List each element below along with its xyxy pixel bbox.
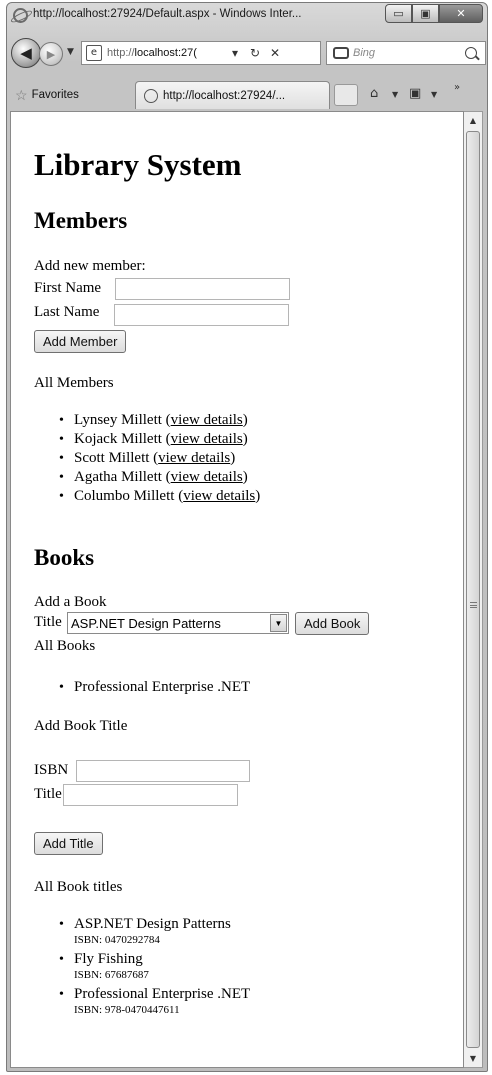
address-text[interactable]: http://localhost:27(	[107, 47, 225, 59]
home-icon[interactable]: ⌂	[370, 86, 378, 101]
isbn-label: ISBN	[34, 762, 69, 778]
scroll-down-icon[interactable]: ▼	[464, 1050, 482, 1067]
view-details-link[interactable]: view details	[171, 431, 243, 447]
search-icon[interactable]	[465, 47, 477, 59]
caption-buttons: ▭ ▣ ✕	[385, 4, 483, 23]
book-title-isbn: ISBN: 0470292784	[74, 934, 160, 946]
add-book-button[interactable]: Add Book	[295, 612, 370, 635]
scroll-up-icon[interactable]: ▲	[464, 112, 482, 129]
members-heading: Members	[34, 208, 128, 233]
book-title-isbn: ISBN: 67687687	[74, 969, 149, 981]
star-icon: ☆	[15, 86, 28, 103]
first-name-input[interactable]	[115, 278, 290, 300]
favorites-bar: ☆ Favorites http://localhost:27924/... ⌂…	[7, 78, 487, 112]
book-title-list-item: Professional Enterprise .NET ISBN: 978-04…	[59, 985, 251, 1017]
book-list-item: Professional Enterprise .NET	[59, 678, 250, 697]
window-title: http://localhost:27924/Default.aspx - Wi…	[33, 8, 302, 20]
selected-title: ASP.NET Design Patterns	[71, 615, 221, 631]
book-title-isbn: ISBN: 978-0470447611	[74, 1004, 180, 1016]
navigation-bar: ◀ ▶ ▼ e http://localhost:27( ▾ ↻ ✕ Bing	[7, 34, 487, 72]
back-button[interactable]: ◀	[11, 38, 41, 68]
browser-tab[interactable]: http://localhost:27924/...	[135, 81, 330, 109]
add-title-button[interactable]: Add Title	[34, 832, 103, 855]
title-input[interactable]	[63, 784, 238, 806]
view-details-link[interactable]: view details	[171, 469, 243, 485]
members-list: Lynsey Millett (view details)Kojack Mill…	[59, 411, 260, 506]
add-member-button[interactable]: Add Member	[34, 330, 127, 353]
add-member-label: Add new member:	[34, 258, 146, 274]
book-titles-list: ASP.NET Design Patterns ISBN: 0470292784 F…	[59, 915, 251, 1020]
history-dropdown-icon[interactable]: ▼	[67, 47, 74, 57]
maximize-button[interactable]: ▣	[412, 4, 439, 23]
ie-logo-icon	[13, 8, 28, 23]
first-name-label: First Name	[34, 280, 102, 296]
favorites-button[interactable]: ☆ Favorites	[15, 83, 79, 107]
title-bar: http://localhost:27924/Default.aspx - Wi…	[7, 3, 487, 29]
tab-title: http://localhost:27924/...	[163, 89, 286, 102]
member-name: Lynsey Millett	[74, 412, 162, 428]
book-title-select[interactable]: ASP.NET Design Patterns ▼	[67, 612, 289, 634]
add-book-label: Add a Book	[34, 594, 107, 610]
address-prefix: http://	[107, 47, 135, 59]
address-dropdown-icon[interactable]: ▾	[225, 46, 245, 60]
new-tab-button[interactable]	[334, 84, 358, 106]
book-title-list-item: ASP.NET Design Patterns ISBN: 0470292784	[59, 915, 250, 947]
more-commands-icon[interactable]: »	[454, 82, 460, 93]
scrollbar-thumb[interactable]	[466, 131, 480, 1048]
view-details-link[interactable]: view details	[183, 488, 255, 504]
member-list-item: Columbo Millett (view details)	[59, 487, 260, 506]
close-button[interactable]: ✕	[439, 4, 483, 23]
address-host: localhost:27(	[134, 47, 197, 59]
forward-button[interactable]: ▶	[39, 42, 63, 66]
view-details-link[interactable]: view details	[158, 450, 230, 466]
stop-icon[interactable]: ✕	[265, 46, 285, 60]
last-name-input[interactable]	[114, 304, 289, 326]
minimize-button[interactable]: ▭	[385, 4, 412, 23]
grip-icon	[470, 602, 477, 608]
books-heading: Books	[34, 545, 95, 570]
member-list-item: Agatha Millett (view details)	[59, 468, 260, 487]
book-title-list-item: Fly Fishing ISBN: 67687687	[59, 950, 250, 982]
member-list-item: Lynsey Millett (view details)	[59, 411, 260, 430]
vertical-scrollbar[interactable]: ▲ ▼	[464, 111, 483, 1068]
refresh-icon[interactable]: ↻	[245, 46, 265, 60]
chevron-down-icon[interactable]: ▼	[270, 614, 287, 632]
book-title-select-label: Title	[34, 614, 62, 630]
view-details-link[interactable]: view details	[171, 412, 243, 428]
favorites-label: Favorites	[31, 89, 79, 101]
address-bar[interactable]: e http://localhost:27( ▾ ↻ ✕	[81, 41, 321, 65]
all-books-label: All Books	[34, 638, 96, 654]
page-title: Library System	[34, 147, 242, 182]
book-title-name: Professional Enterprise .NET	[74, 986, 251, 1002]
isbn-input[interactable]	[76, 760, 250, 782]
tab-page-icon	[144, 88, 158, 103]
member-name: Columbo Millett	[74, 488, 175, 504]
feeds-dropdown-icon[interactable]: ▼	[431, 90, 437, 99]
home-dropdown-icon[interactable]: ▼	[392, 90, 398, 99]
member-name: Kojack Millett	[74, 431, 162, 447]
member-list-item: Kojack Millett (view details)	[59, 430, 260, 449]
book-title-name: Fly Fishing	[74, 951, 143, 967]
search-placeholder[interactable]: Bing	[353, 47, 465, 59]
bing-logo-icon	[333, 47, 349, 59]
add-book-title-label: Add Book Title	[34, 718, 128, 734]
book-title-name: ASP.NET Design Patterns	[74, 916, 231, 932]
all-book-titles-label: All Book titles	[34, 879, 123, 895]
page-icon: e	[86, 45, 102, 61]
search-box[interactable]: Bing	[326, 41, 486, 65]
last-name-label: Last Name	[34, 304, 100, 320]
title-label: Title	[34, 786, 62, 802]
member-list-item: Scott Millett (view details)	[59, 449, 260, 468]
feeds-icon[interactable]: ▣	[409, 86, 421, 101]
all-members-label: All Members	[34, 375, 114, 391]
books-list: Professional Enterprise .NET	[59, 678, 250, 697]
member-name: Agatha Millett	[74, 469, 162, 485]
page-viewport: Library System Members Add new member: F…	[10, 111, 464, 1068]
member-name: Scott Millett	[74, 450, 150, 466]
